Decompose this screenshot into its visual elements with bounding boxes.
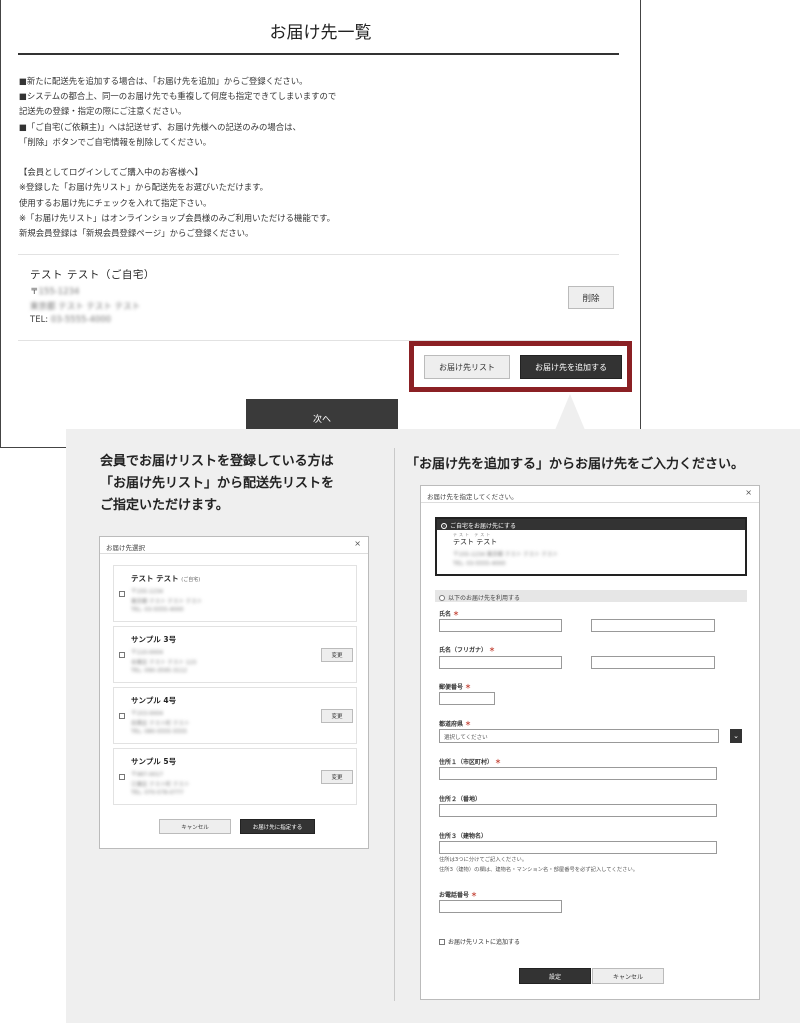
entry-addr: 目黒区 テスト町 テスト [131,721,190,727]
list-item: サンプル 5号 〒987-0017 江東区 テスト町 テスト TEL: 070-… [113,748,357,805]
list-item: サンプル 3号 〒110-0004 台東区 テスト テスト 123 TEL: 0… [113,626,357,683]
entry-checkbox[interactable] [119,652,125,658]
change-button[interactable]: 変更 [321,648,353,662]
address-name: テスト テスト（ご自宅） [30,269,155,281]
postal-label: 郵便番号＊ [439,684,472,691]
address3-label: 住所３（建物名） [439,833,488,840]
set-delivery-button[interactable]: お届け先に指定する [240,819,315,834]
address-divider-top [18,254,619,255]
entry-checkbox[interactable] [119,713,125,719]
cancel-button[interactable]: キャンセル [159,819,231,834]
kana-label: 氏名（フリガナ）＊ [439,647,496,654]
home-tel: TEL: 03-5555-4000 [453,561,506,567]
change-button[interactable]: 変更 [321,770,353,784]
add-to-list-checkbox[interactable]: お届け先リストに追加する [439,937,520,946]
entry-checkbox[interactable] [119,774,125,780]
prefecture-select[interactable]: 選択してください [439,729,719,743]
entry-addr: 東京都 テスト テスト テスト [131,599,203,605]
entry-name: テスト テスト [131,574,179,583]
address-select-modal: お届け先選択 × テスト テスト (ご自宅) 〒155-1234 東京都 テスト… [99,536,369,849]
highlight-frame [409,341,632,392]
radio-icon[interactable] [439,595,445,601]
entry-tel: TEL: 090-3595-3112 [131,668,187,674]
address1-input[interactable] [439,767,717,780]
name-label: 氏名＊ [439,611,460,618]
close-icon[interactable]: × [354,539,361,548]
first-name-kana-input[interactable] [591,656,715,669]
address-note: 住所は3つに分けてご記入ください。 住所3（建物）の欄は、建物名・マンション名・… [439,857,639,873]
add-explanation-heading: 「お届け先を追加する」からお届け先をご入力ください。 [406,457,745,472]
address-tel: TEL: 03-5555-4000 [30,315,112,325]
title-divider [18,53,619,55]
list-item: テスト テスト (ご自宅) 〒155-1234 東京都 テスト テスト テスト … [113,565,357,622]
address-street: 東京都 テスト テスト テスト [30,302,141,312]
other-address-option[interactable]: 以下のお届け先を利用する [435,590,747,602]
last-name-kana-input[interactable] [439,656,562,669]
entry-tel: TEL: 070-578-0777 [131,790,184,796]
address2-input[interactable] [439,804,717,817]
next-button[interactable]: 次へ [246,399,398,429]
home-postal: 〒155-1234 東京都 テスト テスト テスト [453,552,558,558]
entry-name: サンプル 5号 [131,757,177,766]
entry-postal: 〒153-0004 [131,711,163,717]
delete-button[interactable]: 削除 [568,286,614,309]
home-option-bar[interactable]: ご自宅をお届け先にする [437,519,745,530]
first-name-input[interactable] [591,619,715,632]
list-item: サンプル 4号 〒153-0004 目黒区 テスト町 テスト TEL: 080-… [113,687,357,744]
column-divider [394,448,395,1001]
home-name: テスト テスト [453,538,498,546]
address2-label: 住所２（番地） [439,796,482,803]
change-button[interactable]: 変更 [321,709,353,723]
entry-name: サンプル 4号 [131,696,177,705]
modal-title: お届け先選択 [100,537,368,554]
tel-label: お電話番号＊ [439,892,478,899]
entry-postal: 〒987-0017 [131,772,163,778]
notice-text: ■新たに配送先を追加する場合は、「お届け先を追加」からご登録ください。 ■システ… [19,76,337,239]
address1-label: 住所１（市区町村）＊ [439,759,502,766]
entry-addr: 江東区 テスト町 テスト [131,782,190,788]
list-explanation-heading: 会員でお届けリストを登録している方は 「お届け先リスト」から配送先リストを ご指… [100,454,335,513]
modal-title: お届け先を指定してください。 [421,486,759,503]
set-button[interactable]: 設定 [519,968,591,984]
entry-tel: TEL: 03-5555-4000 [131,607,184,613]
page-title: お届け先一覧 [269,23,372,43]
entry-postal: 〒155-1234 [131,589,163,595]
checkbox-icon[interactable] [439,939,445,945]
cancel-button[interactable]: キャンセル [592,968,664,984]
entry-tag: (ご自宅) [181,577,201,583]
entry-tel: TEL: 080-5555-5555 [131,729,187,735]
chevron-down-icon[interactable]: ⌄ [730,729,742,743]
entry-postal: 〒110-0004 [131,650,163,656]
address-postal: 〒155-1234 [30,287,80,297]
radio-selected-icon[interactable] [441,523,447,529]
postal-input[interactable] [439,692,495,705]
prefecture-label: 都道府県＊ [439,721,472,728]
last-name-input[interactable] [439,619,562,632]
home-option-box[interactable]: ご自宅をお届け先にする テスト テスト テスト テスト 〒155-1234 東京… [435,517,747,576]
entry-checkbox[interactable] [119,591,125,597]
address3-input[interactable] [439,841,717,854]
add-address-modal: お届け先を指定してください。 × ご自宅をお届け先にする テスト テスト テスト… [420,485,760,1000]
entry-name: サンプル 3号 [131,635,177,644]
entry-addr: 台東区 テスト テスト 123 [131,660,197,666]
close-icon[interactable]: × [745,488,752,497]
callout-pointer [555,394,585,430]
tel-input[interactable] [439,900,562,913]
